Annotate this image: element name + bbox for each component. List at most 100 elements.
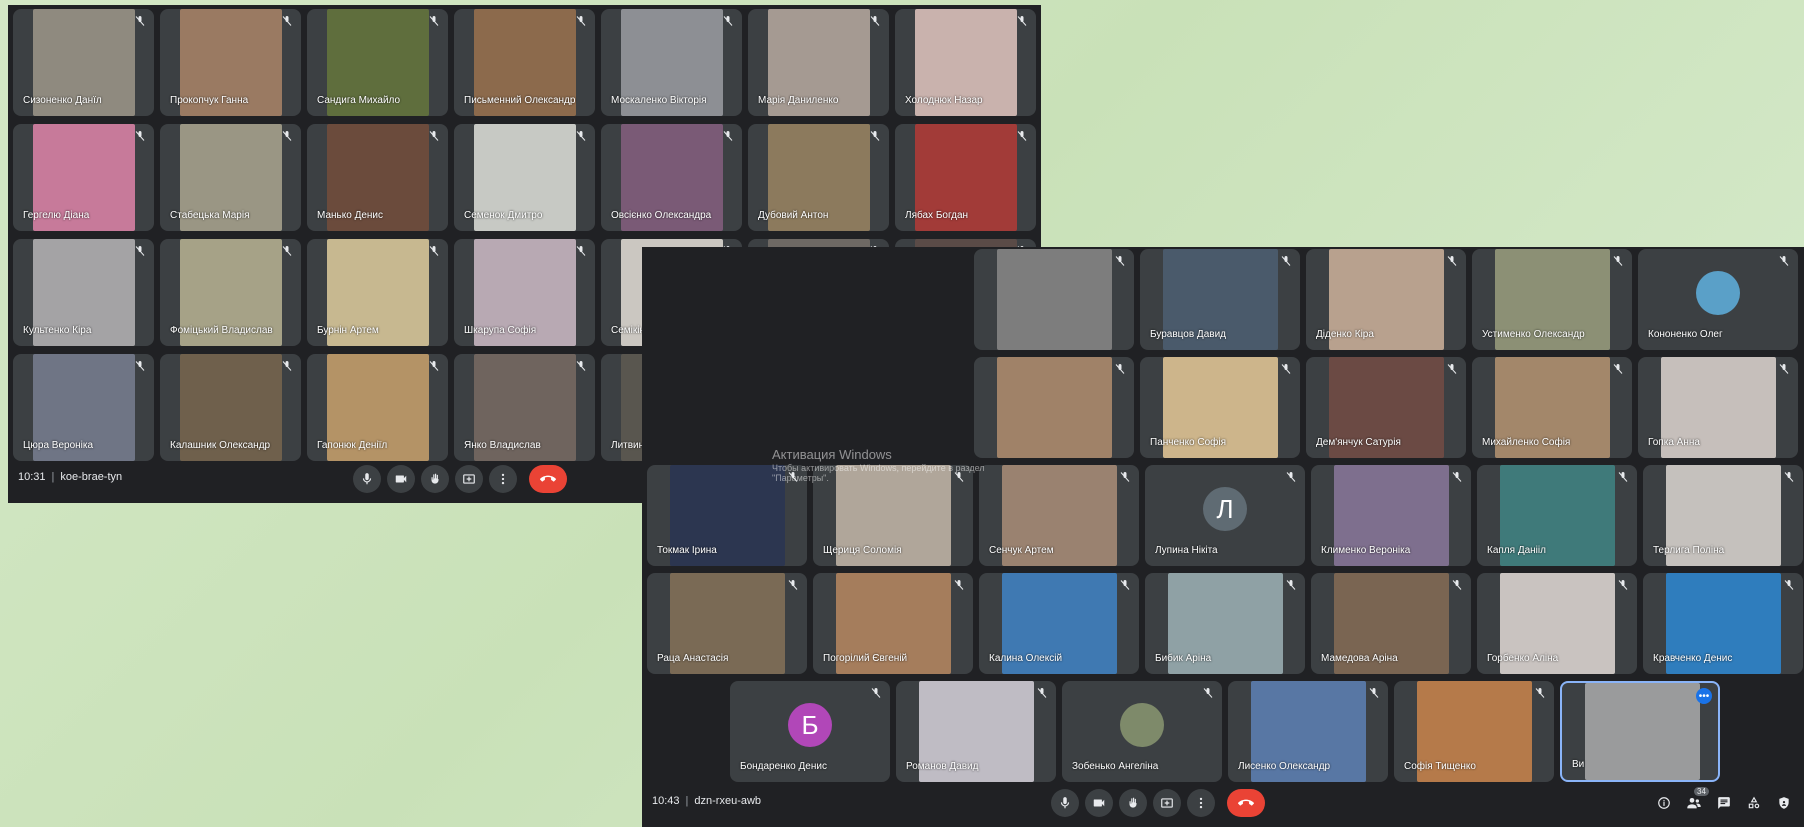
participant-tile[interactable]: Гергелю Діана [13, 124, 154, 231]
participant-name: Зобенько Ангеліна [1072, 761, 1159, 772]
participant-tile[interactable]: Софія Тищенко [1394, 681, 1554, 782]
camera-button[interactable] [1085, 789, 1113, 817]
muted-mic-icon [428, 245, 440, 257]
participant-tile[interactable]: Горбенко Аліна [1477, 573, 1637, 674]
participant-tile[interactable]: Письменний Олександр [454, 9, 595, 116]
participant-tile[interactable]: Стабецька Марія [160, 124, 301, 231]
camera-button[interactable] [386, 465, 415, 493]
raise-hand-button[interactable] [420, 465, 449, 493]
more-options-button[interactable] [488, 465, 517, 493]
participant-tile[interactable]: Сизоненко Данїл [13, 9, 154, 116]
participant-tile[interactable]: Гапонюк Деніїл [307, 354, 448, 461]
muted-mic-icon [1778, 363, 1790, 375]
muted-mic-icon [722, 130, 734, 142]
participant-tile[interactable]: Кононенко Олег [1638, 249, 1798, 350]
participant-tile[interactable]: Фоміцький Владислав [160, 239, 301, 346]
participant-tile[interactable]: Дем'янчук Сатурія [1306, 357, 1466, 458]
participant-tile[interactable]: Капля Данііл [1477, 465, 1637, 566]
participant-avatar: Б [788, 703, 832, 748]
activities-icon [1747, 796, 1761, 810]
self-video-tile[interactable]: ••• Ви [1560, 681, 1720, 782]
participant-tile[interactable]: Раца Анастасія [647, 573, 807, 674]
activities-button[interactable] [1744, 793, 1764, 813]
muted-mic-icon [869, 15, 881, 27]
participant-tile[interactable]: Бурнін Артем [307, 239, 448, 346]
participant-name: Сандига Михайло [317, 95, 401, 106]
host-controls-button[interactable] [1774, 793, 1794, 813]
participant-tile[interactable]: Шкарупа Софія [454, 239, 595, 346]
participant-tile[interactable]: Б Бондаренко Денис [730, 681, 890, 782]
participant-tile[interactable]: Манько Денис [307, 124, 448, 231]
end-call-button[interactable] [1227, 789, 1265, 817]
participant-name: Устименко Олександр [1482, 329, 1585, 340]
camera-icon [394, 472, 408, 486]
participant-tile[interactable]: Холоднюк Назар [895, 9, 1036, 116]
participant-tile[interactable]: Лябах Богдан [895, 124, 1036, 231]
participant-tile[interactable]: Панченко Софія [1140, 357, 1300, 458]
participant-avatar [1696, 271, 1740, 316]
participant-tile[interactable]: Сенчук Артем [979, 465, 1139, 566]
participant-tile[interactable] [974, 249, 1134, 350]
participant-tile[interactable]: Л Лупина Нікіта [1145, 465, 1305, 566]
participant-tile[interactable]: Лисенко Олександр [1228, 681, 1388, 782]
participant-name: Лупина Нікіта [1155, 545, 1218, 556]
participant-tile[interactable]: Москаленко Вікторія [601, 9, 742, 116]
participant-name: Буравцов Давид [1150, 329, 1227, 340]
more-options-button[interactable] [1187, 789, 1215, 817]
participant-tile[interactable]: Бибик Аріна [1145, 573, 1305, 674]
muted-mic-icon [134, 130, 146, 142]
muted-mic-icon [134, 245, 146, 257]
participant-name: Лябах Богдан [905, 210, 969, 221]
participant-tile[interactable]: Калашник Олександр [160, 354, 301, 461]
participant-tile[interactable]: Прокопчук Ганна [160, 9, 301, 116]
muted-mic-icon [869, 130, 881, 142]
participant-tile[interactable]: Гопка Анна [1638, 357, 1798, 458]
muted-mic-icon [1202, 687, 1214, 699]
participant-tile[interactable]: Буравцов Давид [1140, 249, 1300, 350]
tile-more-options-icon[interactable]: ••• [1696, 688, 1712, 704]
raise-hand-button[interactable] [1119, 789, 1147, 817]
participant-tile[interactable]: Погорілий Євгеній [813, 573, 973, 674]
participant-tile[interactable]: Михайленко Софія [1472, 357, 1632, 458]
end-call-button[interactable] [528, 465, 567, 493]
windows-activation-watermark: Активация Windows Чтобы активировать Win… [772, 447, 985, 484]
participant-tile[interactable]: Клименко Вероніка [1311, 465, 1471, 566]
participant-name: Бибик Аріна [1155, 653, 1212, 664]
microphone-button[interactable] [352, 465, 381, 493]
muted-mic-icon [1617, 579, 1629, 591]
participant-tile[interactable]: Сандига Михайло [307, 9, 448, 116]
participant-tile[interactable]: Устименко Олександр [1472, 249, 1632, 350]
participant-tile[interactable]: Кравченко Денис [1643, 573, 1803, 674]
participant-tile[interactable]: Семенок Дмитро [454, 124, 595, 231]
participant-tile[interactable]: Калина Олексій [979, 573, 1139, 674]
participant-tile[interactable]: Зобенько Ангеліна [1062, 681, 1222, 782]
muted-mic-icon [281, 130, 293, 142]
people-button[interactable]: 34 [1684, 787, 1709, 813]
participant-tile[interactable]: Романов Давид [896, 681, 1056, 782]
present-screen-button[interactable] [454, 465, 483, 493]
participant-name: Шкарупа Софія [464, 325, 537, 336]
participant-tile[interactable]: Янко Владислав [454, 354, 595, 461]
participant-tile[interactable]: Дубовий Антон [748, 124, 889, 231]
participant-tile[interactable]: Терлига Поліна [1643, 465, 1803, 566]
participant-tile[interactable]: Мамедова Аріна [1311, 573, 1471, 674]
participant-name: Сенчук Артем [989, 545, 1054, 556]
microphone-button[interactable] [1051, 789, 1079, 817]
meeting-info: 10:43 | dzn-rxeu-awb [652, 795, 762, 807]
participant-name: Михайленко Софія [1482, 437, 1571, 448]
participant-tile[interactable]: Діденко Кіра [1306, 249, 1466, 350]
present-screen-button[interactable] [1153, 789, 1181, 817]
participant-tile[interactable]: Марія Даниленко [748, 9, 889, 116]
info-button[interactable] [1654, 793, 1674, 813]
muted-mic-icon [281, 245, 293, 257]
participant-tile[interactable] [974, 357, 1134, 458]
participant-name: Калина Олексій [989, 653, 1063, 664]
participant-tile[interactable]: Культенко Кіра [13, 239, 154, 346]
participant-tile[interactable]: Овсієнко Олександра [601, 124, 742, 231]
participant-tile[interactable]: Цюра Вероніка [13, 354, 154, 461]
participant-name: Панченко Софія [1150, 437, 1227, 448]
muted-mic-icon [1446, 255, 1458, 267]
participant-name: Семенок Дмитро [464, 210, 543, 221]
participant-name: Стабецька Марія [170, 210, 250, 221]
chat-button[interactable] [1714, 793, 1734, 813]
